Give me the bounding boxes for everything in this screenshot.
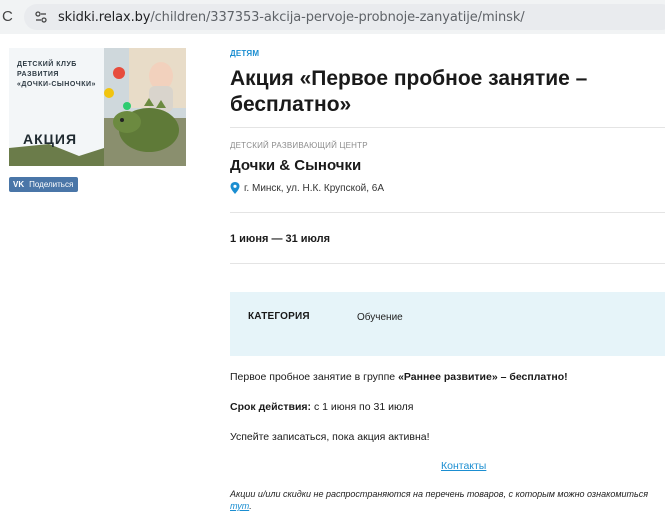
- club-text-line3: «ДОЧКИ-СЫНОЧКИ»: [17, 81, 96, 88]
- url-field[interactable]: skidki.relax.by/children/337353-akcija-p…: [24, 4, 665, 30]
- category-label: КАТЕГОРИЯ: [248, 311, 310, 322]
- club-text-line1: ДЕТСКИЙ КЛУБ: [17, 61, 77, 68]
- site-info-icon[interactable]: [32, 8, 50, 26]
- address: г. Минск, ул. Н.К. Крупской, 6А: [230, 182, 384, 194]
- disclaimer-suffix: .: [249, 501, 252, 511]
- promo-image-club-text: ДЕТСКИЙ КЛУБ РАЗВИТИЯ «ДОЧКИ-СЫНОЧКИ»: [17, 60, 96, 90]
- share-label: Поделиться: [29, 180, 74, 189]
- disclaimer-link[interactable]: тут: [230, 501, 249, 511]
- description-line: Успейте записаться, пока акция активна!: [230, 431, 430, 443]
- category-info-box: КАТЕГОРИЯ Обучение: [230, 292, 665, 356]
- vk-icon: VK: [13, 180, 25, 189]
- url-path: /children/337353-akcija-pervoje-probnoje…: [150, 9, 525, 25]
- page-title: Акция «Первое пробное занятие – бесплатн…: [230, 67, 588, 116]
- category-value: Обучение: [357, 312, 403, 323]
- description-prefix: Первое пробное занятие в группе: [230, 371, 399, 383]
- club-text-line2: РАЗВИТИЯ: [17, 71, 59, 78]
- map-pin-icon: [230, 182, 240, 194]
- validity-value: с 1 июня по 31 июля: [311, 401, 414, 413]
- promo-dates: 1 июня — 31 июля: [230, 233, 331, 245]
- url-text: skidki.relax.by/children/337353-akcija-p…: [58, 10, 525, 25]
- category-tag[interactable]: ДЕТЯМ: [230, 49, 259, 58]
- org-type: ДЕТСКИЙ РАЗВИВАЮЩИЙ ЦЕНТР: [230, 141, 368, 150]
- contacts-link[interactable]: Контакты: [441, 460, 486, 472]
- url-host: skidki.relax.by: [58, 9, 151, 25]
- validity-line: Срок действия: с 1 июня по 31 июля: [230, 401, 413, 413]
- promo-image-badge: АКЦИЯ: [23, 131, 78, 147]
- divider: [230, 127, 665, 128]
- validity-label: Срок действия:: [230, 401, 312, 413]
- browser-address-bar: C skidki.relax.by/children/337353-akcija…: [0, 0, 665, 34]
- disclaimer-text: Акции и/или скидки не распространяются н…: [230, 489, 649, 499]
- description-line: Первое пробное занятие в группе «Раннее …: [230, 371, 568, 383]
- vk-share-button[interactable]: VK Поделиться: [9, 177, 79, 192]
- reload-icon[interactable]: C: [2, 8, 20, 26]
- description-bold: «Раннее развитие» – бесплатно!: [398, 371, 568, 383]
- disclaimer: Акции и/или скидки не распространяются н…: [230, 488, 660, 512]
- promo-image: ДЕТСКИЙ КЛУБ РАЗВИТИЯ «ДОЧКИ-СЫНОЧКИ» АК…: [9, 48, 186, 166]
- divider: [230, 212, 665, 213]
- divider: [230, 263, 665, 264]
- address-text[interactable]: г. Минск, ул. Н.К. Крупской, 6А: [244, 183, 384, 194]
- org-name-link[interactable]: Дочки & Сыночки: [230, 157, 361, 174]
